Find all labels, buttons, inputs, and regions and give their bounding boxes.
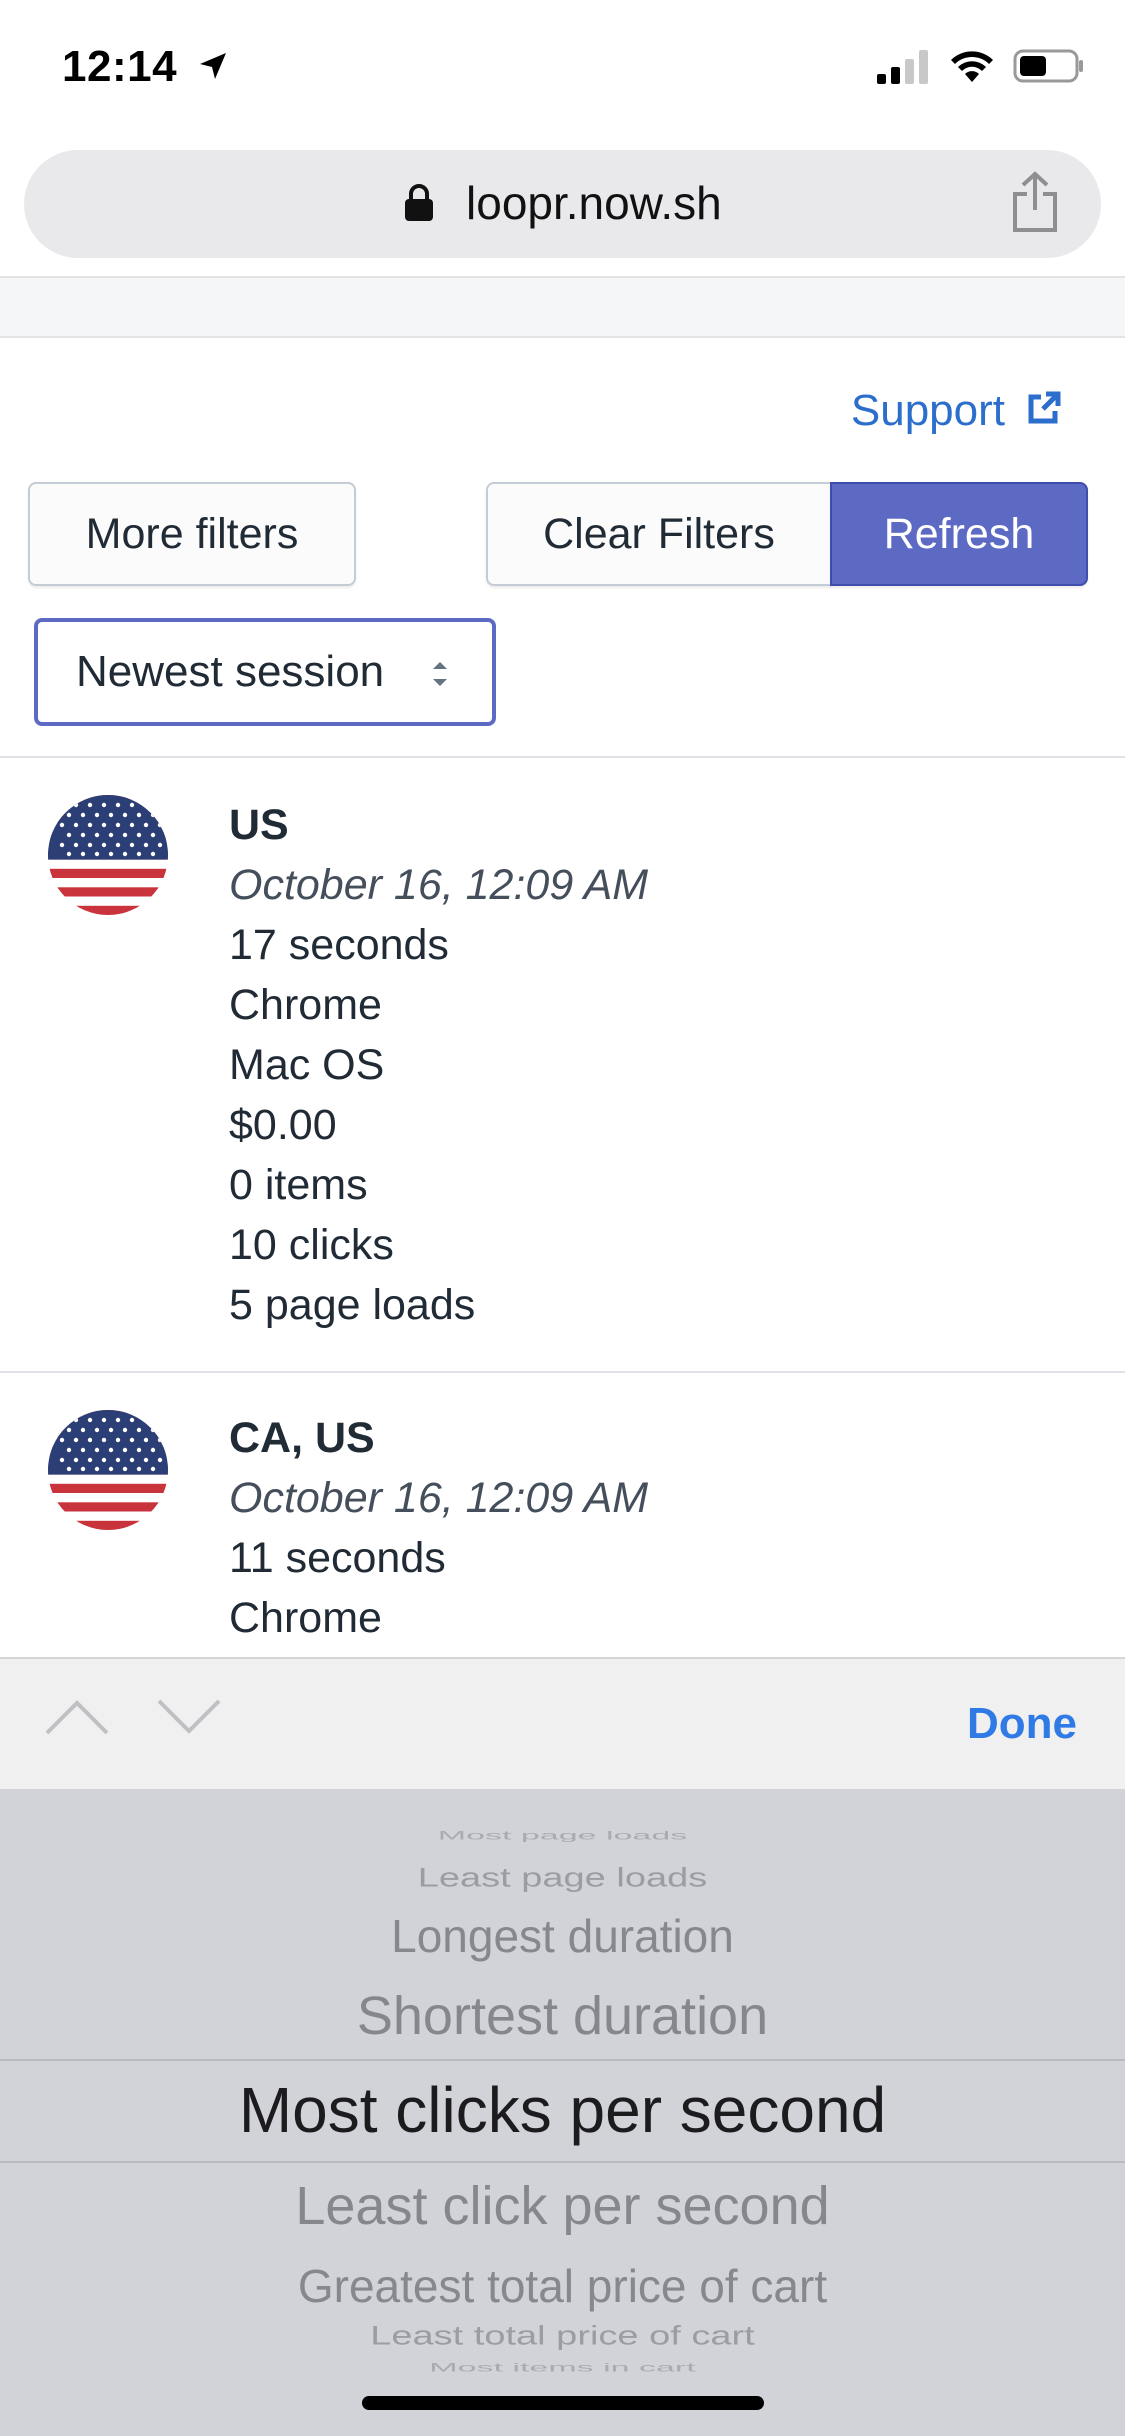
refresh-button[interactable]: Refresh (830, 482, 1088, 586)
us-flag-icon (48, 1410, 168, 1530)
session-browser: Chrome (229, 1594, 382, 1642)
session-item[interactable]: US October 16, 12:09 AM 17 seconds Chrom… (0, 757, 1125, 1371)
cellular-signal-icon (875, 48, 931, 89)
chevron-down-icon[interactable] (156, 1697, 222, 1742)
keyboard-accessory-bar: Done (0, 1657, 1125, 1791)
picker-option[interactable]: Most page loads (0, 1829, 1125, 1843)
session-items: 0 items (229, 1161, 368, 1209)
battery-icon (1013, 48, 1085, 89)
session-location: US (229, 801, 289, 849)
session-page-loads: 5 page loads (229, 1281, 476, 1329)
picker-option[interactable]: Most items in cart (0, 2361, 1125, 2375)
location-arrow-icon (198, 42, 228, 92)
session-location: CA, US (229, 1414, 375, 1462)
picker-option-selected[interactable]: Most clicks per second (0, 2073, 1125, 2147)
picker-option[interactable]: Least total price of cart (0, 2321, 1125, 2351)
session-date: October 16, 12:09 AM (229, 1474, 649, 1522)
sort-select-value: Newest session (76, 647, 385, 696)
wifi-icon (949, 48, 995, 89)
session-browser: Chrome (229, 981, 382, 1029)
session-date: October 16, 12:09 AM (229, 861, 649, 909)
status-time: 12:14 (62, 42, 228, 92)
address-bar[interactable]: loopr.now.sh (24, 150, 1101, 258)
session-details: US October 16, 12:09 AM 17 seconds Chrom… (229, 795, 648, 1335)
page-top-bar (0, 276, 1125, 338)
session-os: Mac OS (229, 1041, 385, 1089)
session-cart-total: $0.00 (229, 1101, 337, 1149)
done-button[interactable]: Done (967, 1699, 1077, 1749)
clear-filters-button[interactable]: Clear Filters (486, 482, 832, 586)
select-arrows-icon (430, 654, 450, 705)
session-details: CA, US October 16, 12:09 AM 11 seconds C… (229, 1408, 648, 1648)
status-indicators (875, 48, 1085, 89)
session-item[interactable]: CA, US October 16, 12:09 AM 11 seconds C… (0, 1372, 1125, 1657)
support-label: Support (850, 386, 1005, 435)
url-display[interactable]: loopr.now.sh (24, 176, 1101, 234)
more-filters-button[interactable]: More filters (28, 482, 356, 586)
picker-option[interactable]: Longest duration (0, 1909, 1125, 1963)
picker-option[interactable]: Least page loads (0, 1863, 1125, 1893)
status-time-text: 12:14 (62, 42, 178, 91)
home-indicator[interactable] (362, 2396, 764, 2410)
external-link-icon (1027, 386, 1061, 436)
chevron-up-icon[interactable] (44, 1697, 110, 1742)
session-duration: 11 seconds (229, 1534, 446, 1582)
picker-option[interactable]: Greatest total price of cart (0, 2259, 1125, 2313)
share-icon[interactable] (1009, 170, 1061, 239)
lock-icon (403, 180, 435, 234)
sort-picker-wheel[interactable]: Most page loads Least page loads Longest… (0, 1789, 1125, 2436)
picker-option[interactable]: Shortest duration (0, 1985, 1125, 2047)
us-flag-icon (48, 795, 168, 915)
sort-select[interactable]: Newest session (34, 618, 496, 726)
picker-option[interactable]: Least click per second (0, 2175, 1125, 2237)
status-bar: 12:14 (0, 0, 1125, 140)
url-text: loopr.now.sh (466, 177, 722, 229)
support-link[interactable]: Support (851, 386, 1061, 436)
session-clicks: 10 clicks (229, 1221, 394, 1269)
session-duration: 17 seconds (229, 921, 449, 969)
